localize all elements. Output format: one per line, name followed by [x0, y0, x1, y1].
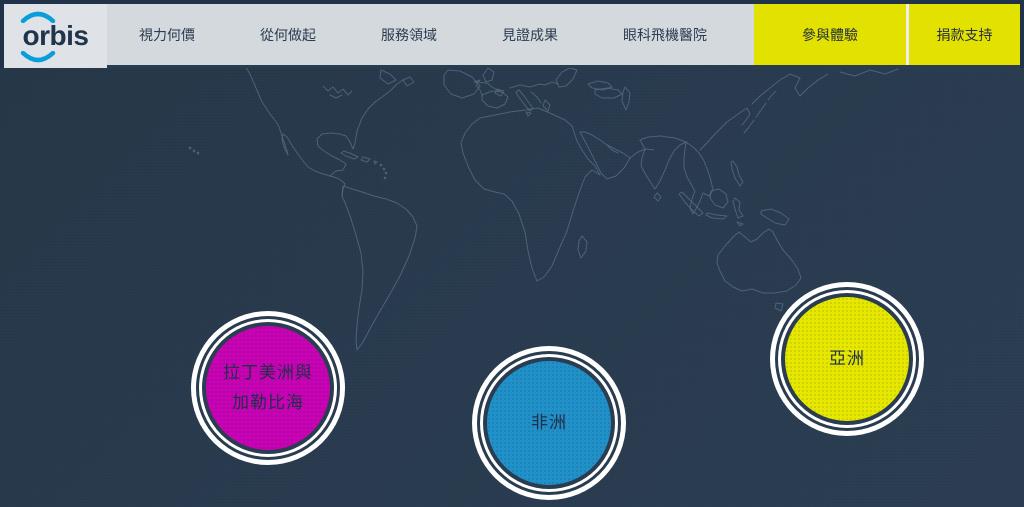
region-button-asia[interactable]: 亞洲: [785, 297, 909, 421]
header: orbis 視力何價 從何做起 服務領域 見證成果 眼科飛機醫院 參與體驗 捐款…: [0, 0, 1024, 68]
orbis-logo[interactable]: orbis: [4, 4, 107, 68]
logo-arc-top-icon: [20, 11, 56, 23]
region-label-line: 拉丁美洲與: [223, 362, 313, 385]
region-label-line: 加勒比海: [232, 392, 304, 415]
nav-item-results[interactable]: 見證成果: [502, 25, 558, 45]
main-nav: 視力何價 從何做起 服務領域 見證成果 眼科飛機醫院: [107, 4, 754, 65]
nav-item-where-to-start[interactable]: 從何做起: [260, 25, 316, 45]
nav-item-sight-value[interactable]: 視力何價: [139, 25, 195, 45]
region-label-line: 非洲: [531, 412, 567, 435]
region-label-line: 亞洲: [829, 348, 865, 371]
logo-arc-bottom-icon: [20, 51, 56, 63]
region-button-africa[interactable]: 非洲: [487, 361, 611, 485]
logo-text: orbis: [23, 20, 89, 51]
header-nav-bar: 視力何價 從何做起 服務領域 見證成果 眼科飛機醫院 參與體驗 捐款支持: [107, 4, 1020, 68]
donate-button[interactable]: 捐款支持: [906, 4, 1020, 65]
participate-button[interactable]: 參與體驗: [754, 4, 906, 65]
region-button-latin-america-caribbean[interactable]: 拉丁美洲與 加勒比海: [206, 326, 330, 450]
nav-item-flying-eye-hospital[interactable]: 眼科飛機醫院: [623, 25, 707, 45]
nav-item-service-areas[interactable]: 服務領域: [381, 25, 437, 45]
